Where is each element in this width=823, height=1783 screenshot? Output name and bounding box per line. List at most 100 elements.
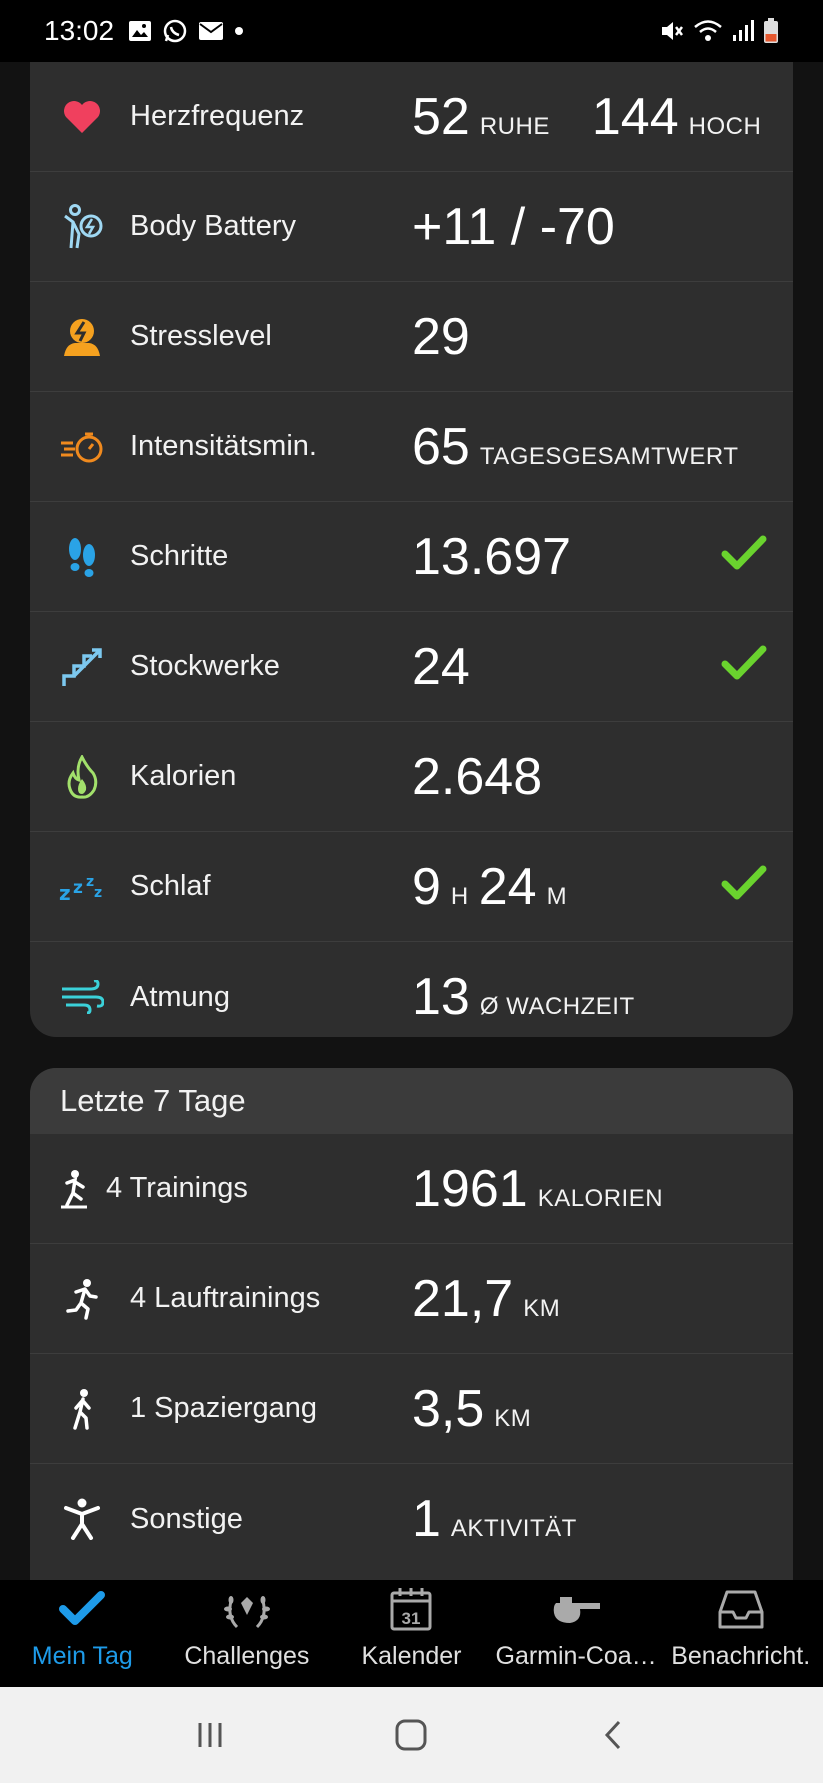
row-calories[interactable]: Kalorien 2.648 — [30, 722, 793, 832]
stress-number: 29 — [412, 307, 470, 366]
breathing-icon — [52, 972, 112, 1022]
row-trainings[interactable]: 4 Trainings 1961 KALORIEN — [30, 1134, 793, 1244]
trainings-value: 1961 KALORIEN — [412, 1159, 663, 1219]
row-floors[interactable]: Stockwerke 24 — [30, 612, 793, 722]
row-label: Kalorien — [130, 760, 237, 792]
resting-hr-value: 52 — [412, 87, 470, 146]
row-runs[interactable]: 4 Lauftrainings 21,7 KM — [30, 1244, 793, 1354]
heart-rate-values: 52 RUHE 144 HOCH — [412, 87, 761, 147]
row-label: Sonstige — [130, 1502, 243, 1535]
row-body-battery[interactable]: Body Battery +11 / -70 — [30, 172, 793, 282]
calendar-icon: 31 — [389, 1584, 433, 1634]
svg-text:z: z — [59, 881, 71, 903]
row-steps[interactable]: Schritte 13.697 — [30, 502, 793, 612]
stress-icon — [52, 312, 112, 362]
last-7-days-card: Letzte 7 Tage 4 Trainings 1961 KALORIEN … — [30, 1068, 793, 1580]
row-label: Body Battery — [130, 210, 297, 242]
trainings-number: 1961 — [412, 1159, 528, 1218]
breathing-number: 13 — [412, 968, 470, 1026]
row-label: 4 Lauftrainings — [130, 1282, 321, 1314]
walk-number: 3,5 — [412, 1379, 485, 1438]
row-intensity-minutes[interactable]: Intensitätsmin. 65 TAGESGESAMTWERT — [30, 392, 793, 502]
runs-unit: KM — [523, 1294, 561, 1322]
steps-number: 13.697 — [412, 527, 572, 586]
floors-number: 24 — [412, 637, 470, 696]
resting-hr-unit: RUHE — [479, 112, 550, 140]
row-stress[interactable]: Stresslevel 29 — [30, 282, 793, 392]
nav-label: Mein Tag — [31, 1642, 133, 1670]
mail-icon — [199, 22, 224, 40]
flame-icon — [52, 752, 112, 802]
gallery-icon — [129, 21, 152, 41]
svg-text:z: z — [86, 874, 94, 890]
goal-checkmark-icon — [721, 645, 767, 680]
stopwatch-icon — [52, 422, 112, 472]
inbox-icon — [717, 1584, 765, 1634]
signal-icon — [733, 20, 754, 41]
row-label: Schritte — [130, 540, 229, 572]
row-label: Schlaf — [130, 870, 211, 902]
today-card: Herzfrequenz 52 RUHE 144 HOCH Body Batte… — [30, 62, 793, 1037]
trainings-unit: KALORIEN — [537, 1184, 664, 1212]
intensity-unit: TAGESGESAMTWERT — [479, 442, 739, 470]
nav-item-challenges[interactable]: Challenges — [165, 1580, 330, 1687]
max-hr-unit: HOCH — [688, 112, 762, 140]
walking-icon — [52, 1384, 112, 1434]
steps-value: 13.697 — [412, 527, 571, 587]
back-icon[interactable] — [597, 1719, 629, 1751]
laurel-icon — [223, 1584, 271, 1634]
svg-text:z: z — [73, 878, 83, 898]
row-sleep[interactable]: zzzz Schlaf 9 H 24 M — [30, 832, 793, 942]
goal-checkmark-icon — [721, 535, 767, 570]
system-nav-bar — [0, 1687, 823, 1783]
sleep-value: 9 H 24 M — [412, 857, 567, 917]
nav-label: Challenges — [184, 1642, 310, 1670]
row-walk[interactable]: 1 Spaziergang 3,5 KM — [30, 1354, 793, 1464]
intensity-value: 65 TAGESGESAMTWERT — [412, 417, 738, 477]
max-hr-value: 144 — [591, 87, 679, 146]
running-icon — [52, 1274, 112, 1324]
row-other[interactable]: Sonstige 1 AKTIVITÄT — [30, 1464, 793, 1574]
wifi-icon — [694, 20, 722, 41]
training-icon — [50, 1164, 98, 1214]
whistle-icon — [550, 1584, 602, 1634]
nav-label: Garmin-Coa… — [495, 1642, 657, 1670]
dot-icon — [235, 27, 244, 35]
stairs-icon — [52, 642, 112, 692]
calendar-day: 31 — [402, 1609, 421, 1628]
bottom-nav: Mein Tag Challenges 31 Kalender Garmin-C… — [0, 1580, 823, 1687]
nav-item-benachrichtigungen[interactable]: Benachricht. — [658, 1580, 823, 1687]
nav-item-kalender[interactable]: 31 Kalender — [329, 1580, 494, 1687]
body-battery-number: +11 / -70 — [412, 197, 615, 256]
stress-value: 29 — [412, 307, 470, 367]
runs-value: 21,7 KM — [412, 1269, 560, 1329]
sleep-minutes: 24 — [478, 857, 537, 916]
other-number: 1 — [412, 1490, 441, 1548]
row-label: Herzfrequenz — [130, 100, 305, 132]
recent-apps-icon[interactable] — [194, 1719, 226, 1751]
footsteps-icon — [52, 532, 112, 582]
floors-value: 24 — [412, 637, 470, 697]
row-label: 4 Trainings — [106, 1172, 248, 1204]
nav-item-garmin-coach[interactable]: Garmin-Coa… — [494, 1580, 659, 1687]
sleep-hours-unit: H — [450, 882, 469, 910]
walk-value: 3,5 KM — [412, 1379, 531, 1439]
row-label: Stresslevel — [130, 320, 272, 352]
nav-item-mein-tag[interactable]: Mein Tag — [0, 1580, 165, 1687]
row-breathing[interactable]: Atmung 13 Ø WACHZEIT — [30, 942, 793, 1037]
intensity-number: 65 — [412, 417, 470, 476]
calories-number: 2.648 — [412, 747, 543, 806]
other-value: 1 AKTIVITÄT — [412, 1489, 577, 1549]
checkmark-icon — [59, 1584, 106, 1634]
row-heart-rate[interactable]: Herzfrequenz 52 RUHE 144 HOCH — [30, 62, 793, 172]
goal-checkmark-icon — [721, 865, 767, 900]
heart-icon — [52, 92, 112, 142]
mute-icon — [662, 22, 683, 40]
row-label: Atmung — [130, 980, 230, 1013]
home-icon[interactable] — [393, 1717, 429, 1753]
body-battery-icon — [52, 202, 112, 252]
status-right-icons — [659, 18, 779, 44]
breathing-unit: Ø WACHZEIT — [479, 993, 635, 1020]
sleep-minutes-unit: M — [546, 882, 568, 910]
battery-icon — [764, 18, 778, 43]
